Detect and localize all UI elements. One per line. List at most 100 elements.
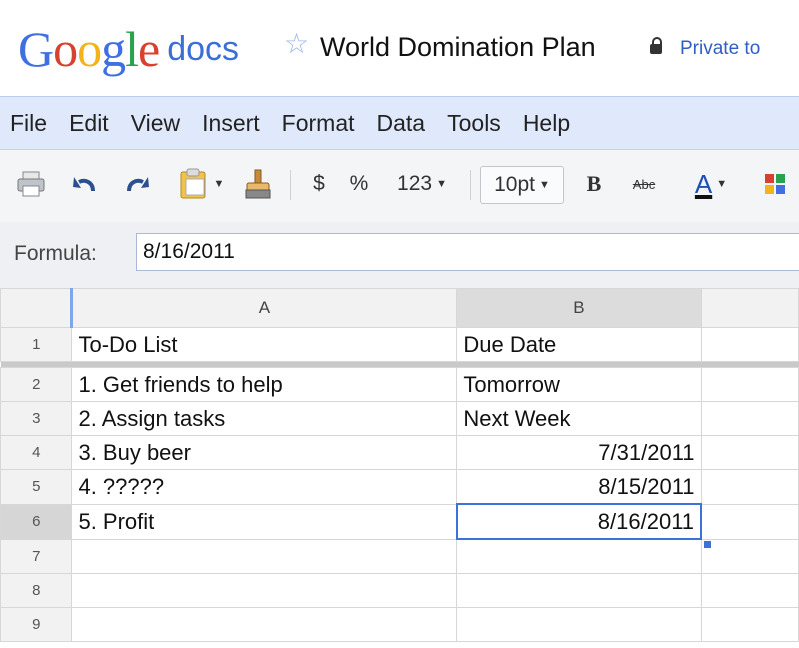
formula-label: Formula:: [14, 242, 97, 265]
number-format-dropdown[interactable]: 123 ▼: [384, 166, 460, 202]
menu-file[interactable]: File: [10, 110, 47, 137]
sharing-status-link[interactable]: Private to: [680, 38, 760, 60]
table-row: 3 2. Assign tasks Next Week: [0, 401, 799, 436]
logo-letter: e: [138, 21, 160, 77]
cell-b3[interactable]: Next Week: [456, 401, 702, 436]
row-header[interactable]: 3: [0, 401, 73, 436]
table-row: 8: [0, 573, 799, 608]
menu-insert[interactable]: Insert: [202, 110, 260, 137]
number-format-label: 123: [397, 172, 433, 195]
menu-edit[interactable]: Edit: [69, 110, 109, 137]
paint-format-button[interactable]: [238, 166, 278, 202]
cell-b2[interactable]: Tomorrow: [456, 367, 702, 402]
logo-google: Google: [18, 21, 160, 77]
cell-a6[interactable]: 5. Profit: [71, 503, 458, 540]
cell-b4[interactable]: 7/31/2011: [456, 435, 702, 470]
color-grid-icon: [765, 174, 785, 194]
menu-tools[interactable]: Tools: [447, 110, 501, 137]
cell-a9[interactable]: [71, 607, 458, 642]
row-header[interactable]: 5: [0, 469, 73, 505]
google-docs-logo[interactable]: Google docs: [18, 14, 239, 74]
row-header[interactable]: 2: [0, 367, 73, 402]
formula-bar: Formula: 8/16/2011: [0, 222, 799, 289]
menu-help[interactable]: Help: [523, 110, 570, 137]
fill-handle[interactable]: [704, 541, 711, 548]
cell-a7[interactable]: [71, 538, 458, 574]
currency-format-button[interactable]: $: [304, 166, 334, 202]
cell-c9[interactable]: [700, 607, 799, 642]
row-header[interactable]: 4: [0, 435, 73, 470]
text-color-button[interactable]: A ▼: [680, 166, 742, 202]
cell-b7[interactable]: [456, 538, 702, 574]
spreadsheet-grid: A B 1 To-Do List Due Date 2 1. Get frien…: [0, 288, 799, 648]
row-header[interactable]: 1: [0, 327, 73, 362]
printer-icon: [17, 171, 45, 197]
toolbar: ▼ $ % 123 ▼ 10pt ▼ B Abc A ▼: [0, 150, 799, 223]
cell-a2[interactable]: 1. Get friends to help: [71, 367, 458, 402]
toolbar-separator: [470, 170, 471, 200]
column-header-b[interactable]: B: [456, 288, 702, 328]
sheet-table: A B 1 To-Do List Due Date 2 1. Get frien…: [0, 288, 799, 642]
table-row: 7: [0, 538, 799, 574]
cell-c3[interactable]: [700, 401, 799, 436]
menu-bar: File Edit View Insert Format Data Tools …: [0, 96, 799, 150]
cell-c6[interactable]: [700, 503, 799, 540]
redo-icon: [127, 177, 149, 192]
frozen-column-handle[interactable]: [70, 288, 73, 328]
font-size-dropdown[interactable]: 10pt ▼: [480, 166, 564, 204]
toolbar-separator: [290, 170, 291, 200]
cell-b8[interactable]: [456, 573, 702, 608]
row-header[interactable]: 8: [0, 573, 73, 608]
chevron-down-icon: ▼: [538, 179, 550, 191]
menu-format[interactable]: Format: [282, 110, 355, 137]
cell-c2[interactable]: [700, 367, 799, 402]
chevron-down-icon: ▼: [436, 178, 447, 190]
cell-c1[interactable]: [700, 327, 799, 362]
menu-view[interactable]: View: [131, 110, 180, 137]
undo-icon: [73, 177, 95, 192]
cell-a1[interactable]: To-Do List: [71, 327, 458, 362]
font-size-label: 10pt: [494, 173, 535, 196]
cell-c4[interactable]: [700, 435, 799, 470]
active-cell-b6[interactable]: 8/16/2011: [455, 503, 703, 540]
row-header[interactable]: 7: [0, 538, 73, 574]
cell-a5[interactable]: 4. ?????: [71, 469, 458, 505]
row-header[interactable]: 9: [0, 607, 73, 642]
cell-a3[interactable]: 2. Assign tasks: [71, 401, 458, 436]
table-row: 4 3. Buy beer 7/31/2011: [0, 435, 799, 470]
bold-button[interactable]: B: [580, 166, 608, 202]
strikethrough-button[interactable]: Abc: [624, 166, 664, 202]
fill-color-button[interactable]: [760, 166, 790, 202]
logo-letter: l: [125, 21, 139, 77]
percent-format-button[interactable]: %: [344, 166, 374, 202]
cell-b9[interactable]: [456, 607, 702, 642]
select-all-corner[interactable]: [0, 288, 73, 328]
table-row: 6 5. Profit 8/16/2011: [0, 503, 799, 540]
cell-b1[interactable]: Due Date: [456, 327, 702, 362]
cell-a4[interactable]: 3. Buy beer: [71, 435, 458, 470]
logo-letter: o: [53, 21, 78, 77]
lock-icon: [650, 37, 662, 54]
logo-docs: docs: [167, 30, 240, 68]
document-title[interactable]: World Domination Plan: [320, 32, 596, 63]
formula-input[interactable]: 8/16/2011: [136, 233, 799, 271]
cell-c5[interactable]: [700, 469, 799, 505]
print-button[interactable]: [14, 166, 48, 202]
column-header-c[interactable]: [700, 288, 799, 328]
cell-b5[interactable]: 8/15/2011: [456, 469, 702, 505]
star-icon[interactable]: ☆: [284, 30, 309, 58]
row-header-selected[interactable]: 6: [0, 503, 73, 540]
text-color-icon: A: [694, 168, 713, 199]
cell-c7[interactable]: [700, 538, 799, 574]
logo-letter: G: [18, 21, 54, 77]
redo-button[interactable]: [120, 166, 154, 202]
cell-c8[interactable]: [700, 573, 799, 608]
chevron-down-icon: ▼: [716, 178, 728, 190]
paste-button[interactable]: ▼: [170, 166, 232, 202]
menu-data[interactable]: Data: [377, 110, 426, 137]
cell-a8[interactable]: [71, 573, 458, 608]
undo-button[interactable]: [68, 166, 102, 202]
logo-letter: o: [77, 21, 102, 77]
column-header-a[interactable]: A: [71, 288, 458, 328]
table-row: 2 1. Get friends to help Tomorrow: [0, 367, 799, 402]
